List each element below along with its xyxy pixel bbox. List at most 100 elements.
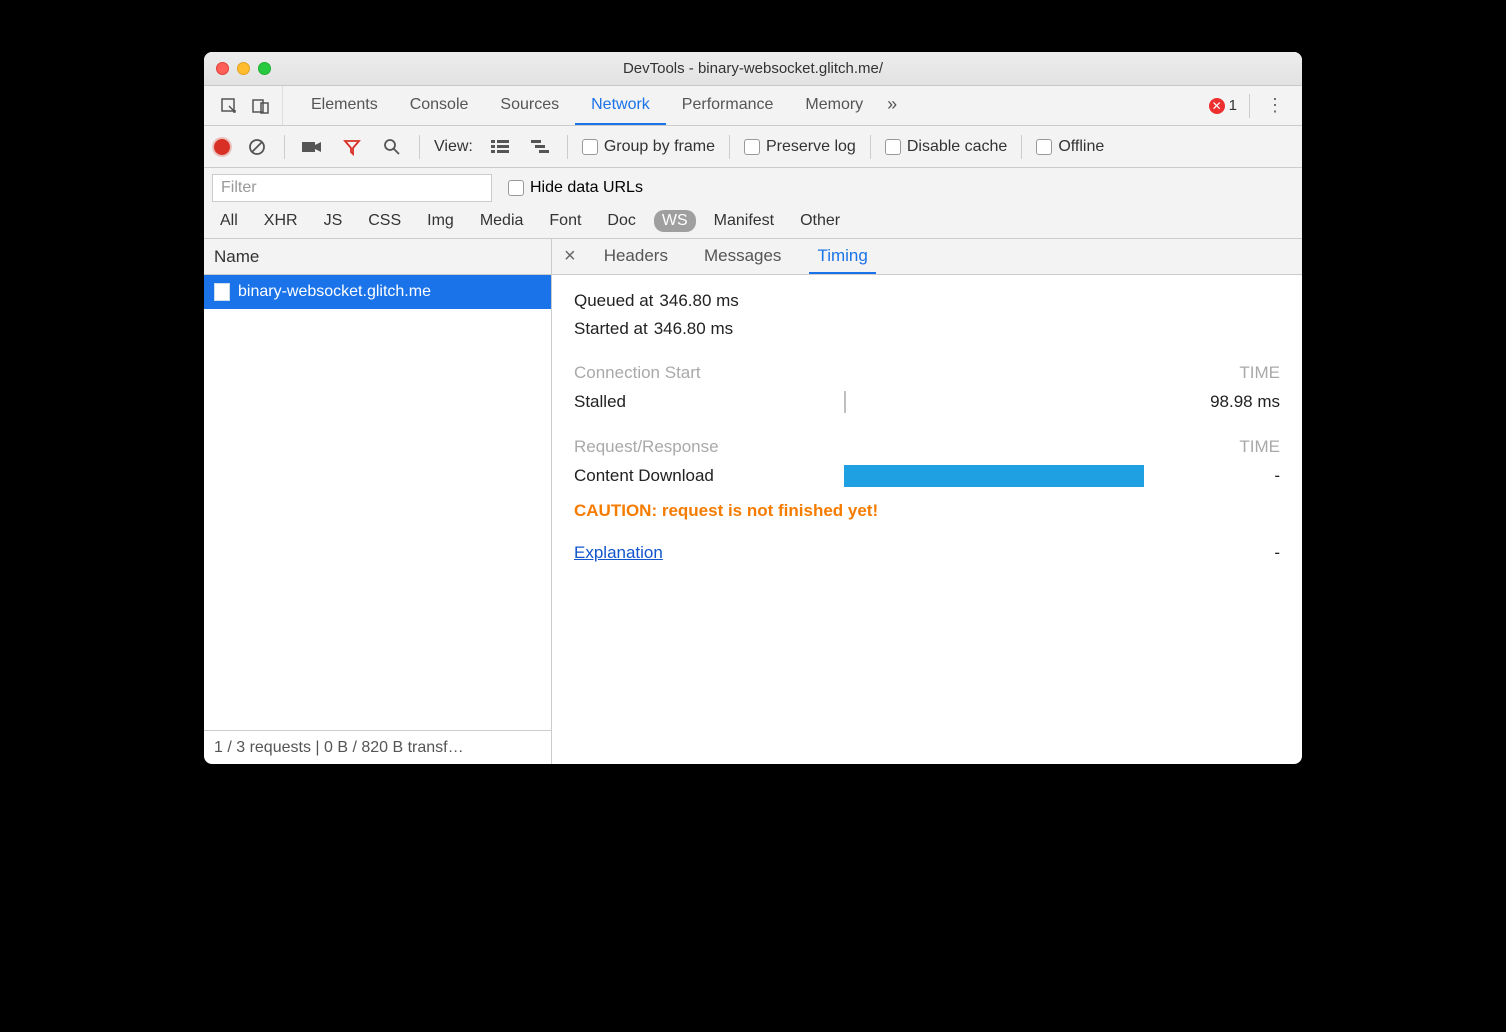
error-badge[interactable]: ✕ 1 bbox=[1209, 97, 1237, 114]
checkbox-label: Group by frame bbox=[604, 138, 715, 156]
settings-menu-icon[interactable]: ⋮ bbox=[1262, 95, 1288, 116]
content-download-row: Content Download - bbox=[574, 465, 1280, 487]
tab-network[interactable]: Network bbox=[575, 86, 666, 125]
tabs-overflow-icon[interactable]: » bbox=[887, 94, 897, 115]
offline-checkbox[interactable]: Offline bbox=[1036, 138, 1104, 156]
divider bbox=[567, 135, 568, 159]
time-label: TIME bbox=[1239, 437, 1280, 457]
tabs-right-controls: ✕ 1 ⋮ bbox=[1199, 86, 1298, 125]
chip-xhr[interactable]: XHR bbox=[256, 210, 306, 232]
explanation-link[interactable]: Explanation bbox=[574, 543, 663, 563]
chip-all[interactable]: All bbox=[212, 210, 246, 232]
record-button[interactable] bbox=[214, 139, 230, 155]
search-icon[interactable] bbox=[379, 134, 405, 160]
tab-console[interactable]: Console bbox=[394, 86, 485, 125]
queued-line: Queued at 346.80 ms bbox=[574, 291, 1280, 311]
device-toolbar-icon[interactable] bbox=[248, 93, 274, 119]
detail-tab-headers[interactable]: Headers bbox=[596, 246, 676, 274]
stalled-bar-area bbox=[844, 391, 1170, 413]
divider bbox=[1021, 135, 1022, 159]
inspect-controls bbox=[208, 86, 283, 125]
divider bbox=[870, 135, 871, 159]
window-title: DevTools - binary-websocket.glitch.me/ bbox=[204, 60, 1302, 77]
checkbox-box bbox=[1036, 139, 1052, 155]
queued-value: 346.80 ms bbox=[659, 291, 738, 311]
started-value: 346.80 ms bbox=[654, 319, 733, 339]
time-label: TIME bbox=[1239, 363, 1280, 383]
content-download-bar bbox=[844, 465, 1144, 487]
chip-media[interactable]: Media bbox=[472, 210, 532, 232]
filter-input[interactable]: Filter bbox=[212, 174, 492, 202]
explanation-value: - bbox=[1274, 543, 1280, 563]
type-filter-chips: All XHR JS CSS Img Media Font Doc WS Man… bbox=[212, 210, 1294, 232]
tab-performance[interactable]: Performance bbox=[666, 86, 790, 125]
divider bbox=[1249, 94, 1250, 118]
request-name: binary-websocket.glitch.me bbox=[238, 283, 431, 301]
request-response-label: Request/Response bbox=[574, 437, 719, 457]
tab-memory[interactable]: Memory bbox=[789, 86, 879, 125]
divider bbox=[284, 135, 285, 159]
close-detail-icon[interactable]: × bbox=[564, 245, 576, 274]
camera-icon[interactable] bbox=[299, 134, 325, 160]
detail-panel: × Headers Messages Timing Queued at 346.… bbox=[552, 239, 1302, 764]
started-label: Started at bbox=[574, 319, 648, 339]
view-label: View: bbox=[434, 138, 473, 156]
large-rows-icon[interactable] bbox=[487, 134, 513, 160]
main-tabs-row: Elements Console Sources Network Perform… bbox=[204, 86, 1302, 126]
chip-font[interactable]: Font bbox=[541, 210, 589, 232]
checkbox-box bbox=[885, 139, 901, 155]
filter-top: Filter Hide data URLs bbox=[212, 174, 1294, 202]
checkbox-label: Disable cache bbox=[907, 138, 1008, 156]
chip-ws[interactable]: WS bbox=[654, 210, 696, 232]
checkbox-box bbox=[582, 139, 598, 155]
connection-start-label: Connection Start bbox=[574, 363, 701, 383]
tab-sources[interactable]: Sources bbox=[484, 86, 575, 125]
name-column-header[interactable]: Name bbox=[204, 239, 551, 275]
request-row[interactable]: binary-websocket.glitch.me bbox=[204, 275, 551, 309]
request-response-header: Request/Response TIME bbox=[574, 437, 1280, 457]
checkbox-label: Offline bbox=[1058, 138, 1104, 156]
group-by-frame-checkbox[interactable]: Group by frame bbox=[582, 138, 715, 156]
queued-label: Queued at bbox=[574, 291, 653, 311]
detail-tab-messages[interactable]: Messages bbox=[696, 246, 789, 274]
request-list: binary-websocket.glitch.me bbox=[204, 275, 551, 730]
chip-manifest[interactable]: Manifest bbox=[706, 210, 782, 232]
stalled-value: 98.98 ms bbox=[1170, 392, 1280, 412]
stalled-row: Stalled 98.98 ms bbox=[574, 391, 1280, 413]
connection-start-header: Connection Start TIME bbox=[574, 363, 1280, 383]
filter-row: Filter Hide data URLs All XHR JS CSS Img… bbox=[204, 168, 1302, 239]
stalled-bar bbox=[844, 391, 846, 413]
checkbox-label: Preserve log bbox=[766, 138, 856, 156]
clear-icon[interactable] bbox=[244, 134, 270, 160]
divider bbox=[729, 135, 730, 159]
tab-elements[interactable]: Elements bbox=[295, 86, 394, 125]
waterfall-view-icon[interactable] bbox=[527, 134, 553, 160]
content-download-value: - bbox=[1170, 466, 1280, 486]
detail-tabs: × Headers Messages Timing bbox=[552, 239, 1302, 275]
chip-doc[interactable]: Doc bbox=[599, 210, 643, 232]
caution-message: CAUTION: request is not finished yet! bbox=[574, 501, 1280, 521]
error-count: 1 bbox=[1229, 97, 1237, 114]
document-icon bbox=[214, 283, 230, 301]
error-icon: ✕ bbox=[1209, 98, 1225, 114]
chip-other[interactable]: Other bbox=[792, 210, 848, 232]
filter-icon[interactable] bbox=[339, 134, 365, 160]
main-tabs: Elements Console Sources Network Perform… bbox=[283, 86, 1199, 125]
preserve-log-checkbox[interactable]: Preserve log bbox=[744, 138, 856, 156]
chip-img[interactable]: Img bbox=[419, 210, 462, 232]
hide-data-urls-checkbox[interactable]: Hide data URLs bbox=[508, 179, 643, 197]
checkbox-box bbox=[744, 139, 760, 155]
status-bar: 1 / 3 requests | 0 B / 820 B transf… bbox=[204, 730, 551, 764]
content: Name binary-websocket.glitch.me 1 / 3 re… bbox=[204, 239, 1302, 764]
checkbox-label: Hide data URLs bbox=[530, 179, 643, 197]
request-list-panel: Name binary-websocket.glitch.me 1 / 3 re… bbox=[204, 239, 552, 764]
network-toolbar: View: Group by frame Preserve log Disabl… bbox=[204, 126, 1302, 168]
divider bbox=[419, 135, 420, 159]
detail-tab-timing[interactable]: Timing bbox=[809, 246, 875, 274]
chip-css[interactable]: CSS bbox=[360, 210, 409, 232]
explanation-row: Explanation - bbox=[574, 543, 1280, 563]
inspect-element-icon[interactable] bbox=[216, 93, 242, 119]
chip-js[interactable]: JS bbox=[316, 210, 351, 232]
disable-cache-checkbox[interactable]: Disable cache bbox=[885, 138, 1008, 156]
content-download-label: Content Download bbox=[574, 466, 844, 486]
